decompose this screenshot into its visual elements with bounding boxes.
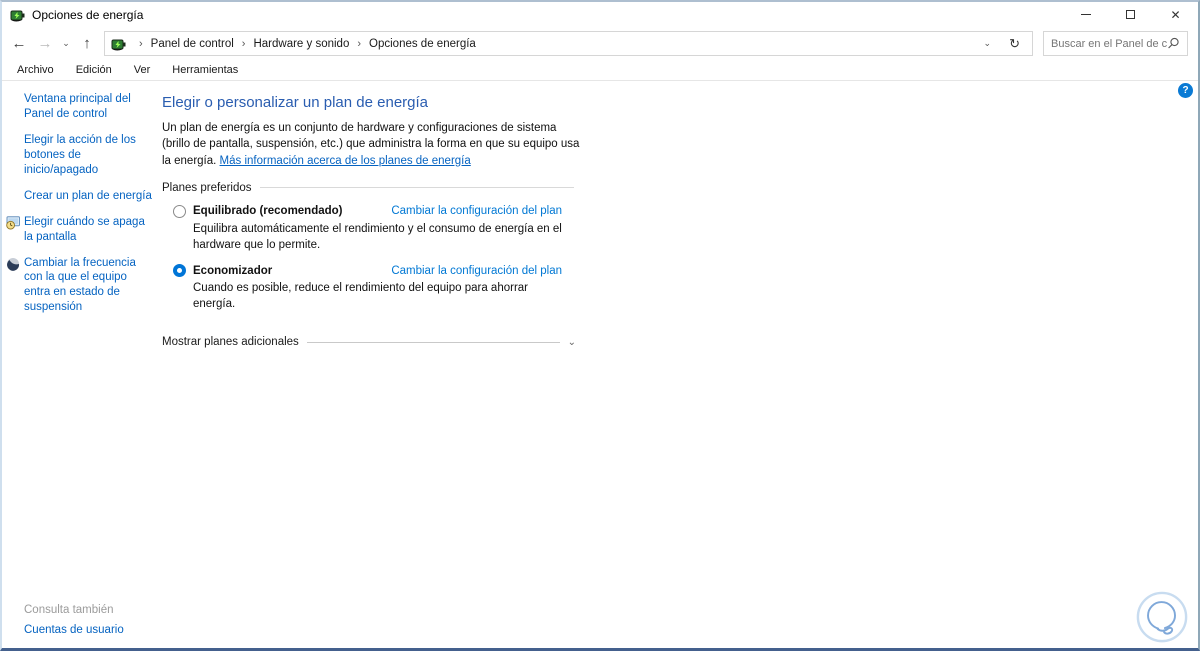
menu-bar: Archivo Edición Ver Herramientas — [2, 60, 1198, 81]
lightbulb-watermark-logo — [1136, 591, 1188, 643]
back-button[interactable]: ← — [6, 35, 32, 52]
sidebar-link-label[interactable]: Cambiar la frecuencia con la que el equi… — [24, 256, 154, 316]
menu-archivo[interactable]: Archivo — [11, 62, 60, 78]
intro-paragraph: Un plan de energía es un conjunto de har… — [162, 120, 582, 169]
breadcrumb-control-panel[interactable]: Panel de control — [151, 38, 234, 50]
plan-header: Economizador Cambiar la configuración de… — [162, 264, 562, 278]
help-button[interactable]: ? — [1178, 83, 1193, 98]
sidebar-link-label[interactable]: Elegir cuándo se apaga la pantalla — [24, 215, 154, 245]
address-bar[interactable]: › Panel de control › Hardware y sonido ›… — [104, 31, 1033, 56]
breadcrumb-chevron-icon: › — [357, 37, 362, 50]
address-dropdown-icon[interactable]: ⌄ — [972, 38, 1004, 49]
minimize-icon — [1080, 14, 1091, 15]
history-dropdown-icon[interactable]: ⌄ — [58, 38, 74, 49]
title-bar: Opciones de energía ✕ — [2, 2, 1198, 27]
breadcrumb-hardware-sound[interactable]: Hardware y sonido — [253, 38, 349, 50]
plan-row-equilibrado: Equilibrado (recomendado) Cambiar la con… — [162, 204, 594, 253]
show-additional-plans[interactable]: Mostrar planes adicionales ⌄ — [162, 336, 576, 348]
power-options-icon — [111, 39, 126, 50]
sidebar: Ventana principal del Panel de control E… — [2, 81, 154, 648]
sidebar-link-label[interactable]: Elegir la acción de los botones de inici… — [24, 133, 154, 178]
address-bar-actions: ⌄ ↻ — [972, 36, 1026, 52]
breadcrumb-power-options[interactable]: Opciones de energía — [369, 38, 476, 50]
sidebar-item-display-off[interactable]: Elegir cuándo se apaga la pantalla — [2, 215, 154, 245]
plan-radio[interactable] — [173, 264, 186, 278]
chevron-down-icon[interactable]: ⌄ — [568, 337, 576, 348]
sleep-sphere-icon — [2, 256, 24, 316]
menu-herramientas[interactable]: Herramientas — [166, 62, 244, 78]
change-plan-settings-link[interactable]: Cambiar la configuración del plan — [391, 265, 562, 277]
plan-radio[interactable] — [173, 204, 186, 218]
refresh-icon[interactable]: ↻ — [1003, 36, 1026, 52]
menu-edicion[interactable]: Edición — [70, 62, 118, 78]
sidebar-item-power-buttons[interactable]: Elegir la acción de los botones de inici… — [2, 133, 154, 178]
show-additional-divider — [306, 341, 560, 343]
sidebar-item-control-panel-home[interactable]: Ventana principal del Panel de control — [2, 92, 154, 122]
breadcrumb-chevron-icon: › — [241, 37, 246, 50]
plan-description: Equilibra automáticamente el rendimiento… — [193, 222, 562, 251]
power-options-icon — [10, 10, 25, 21]
plan-header: Equilibrado (recomendado) Cambiar la con… — [162, 204, 562, 218]
sidebar-item-sleep-timing[interactable]: Cambiar la frecuencia con la que el equi… — [2, 256, 154, 316]
sidebar-link-label[interactable]: Ventana principal del Panel de control — [24, 92, 154, 122]
menu-ver[interactable]: Ver — [128, 62, 157, 78]
show-additional-label: Mostrar planes adicionales — [162, 336, 299, 349]
search-box[interactable] — [1043, 31, 1188, 56]
minimize-button[interactable] — [1063, 2, 1108, 27]
plan-name[interactable]: Equilibrado (recomendado) — [193, 205, 343, 217]
content-area: ? Ventana principal del Panel de control… — [2, 81, 1198, 648]
sidebar-item-create-plan[interactable]: Crear un plan de energía — [2, 189, 154, 204]
search-input[interactable] — [1051, 37, 1167, 50]
window-controls: ✕ — [1063, 2, 1198, 27]
breadcrumb-chevron-icon: › — [139, 37, 143, 50]
up-button[interactable]: ↑ — [74, 35, 100, 52]
forward-button[interactable]: → — [32, 35, 58, 52]
icon-slot-empty — [2, 189, 24, 204]
preferred-plans-label: Planes preferidos — [162, 181, 252, 194]
section-divider — [259, 187, 574, 189]
main-panel: Elegir o personalizar un plan de energía… — [154, 81, 594, 648]
window-title: Opciones de energía — [32, 7, 144, 22]
maximize-icon — [1126, 10, 1135, 19]
navigation-toolbar: ← → ⌄ ↑ › Panel de control › Hardware y … — [2, 27, 1198, 60]
icon-slot-empty — [2, 92, 24, 122]
page-title: Elegir o personalizar un plan de energía — [162, 94, 429, 111]
sidebar-link-label[interactable]: Crear un plan de energía — [24, 189, 152, 204]
plan-row-economizador: Economizador Cambiar la configuración de… — [162, 264, 594, 312]
sidebar-item-user-accounts[interactable]: Cuentas de usuario — [24, 624, 124, 636]
maximize-button[interactable] — [1108, 2, 1153, 27]
display-clock-icon — [2, 215, 24, 245]
see-also-header: Consulta también — [24, 604, 114, 616]
plan-description: Cuando es posible, reduce el rendimiento… — [193, 282, 528, 310]
close-button[interactable]: ✕ — [1153, 2, 1198, 27]
power-options-window: Opciones de energía ✕ ← → ⌄ ↑ › Panel de… — [0, 0, 1200, 651]
preferred-plans-section: Planes preferidos — [162, 182, 574, 194]
search-icon[interactable] — [1167, 37, 1180, 50]
plan-name[interactable]: Economizador — [193, 265, 272, 277]
more-info-link[interactable]: Más información acerca de los planes de … — [220, 155, 471, 167]
close-icon: ✕ — [1170, 7, 1181, 22]
icon-slot-empty — [2, 133, 24, 178]
change-plan-settings-link[interactable]: Cambiar la configuración del plan — [391, 205, 562, 217]
